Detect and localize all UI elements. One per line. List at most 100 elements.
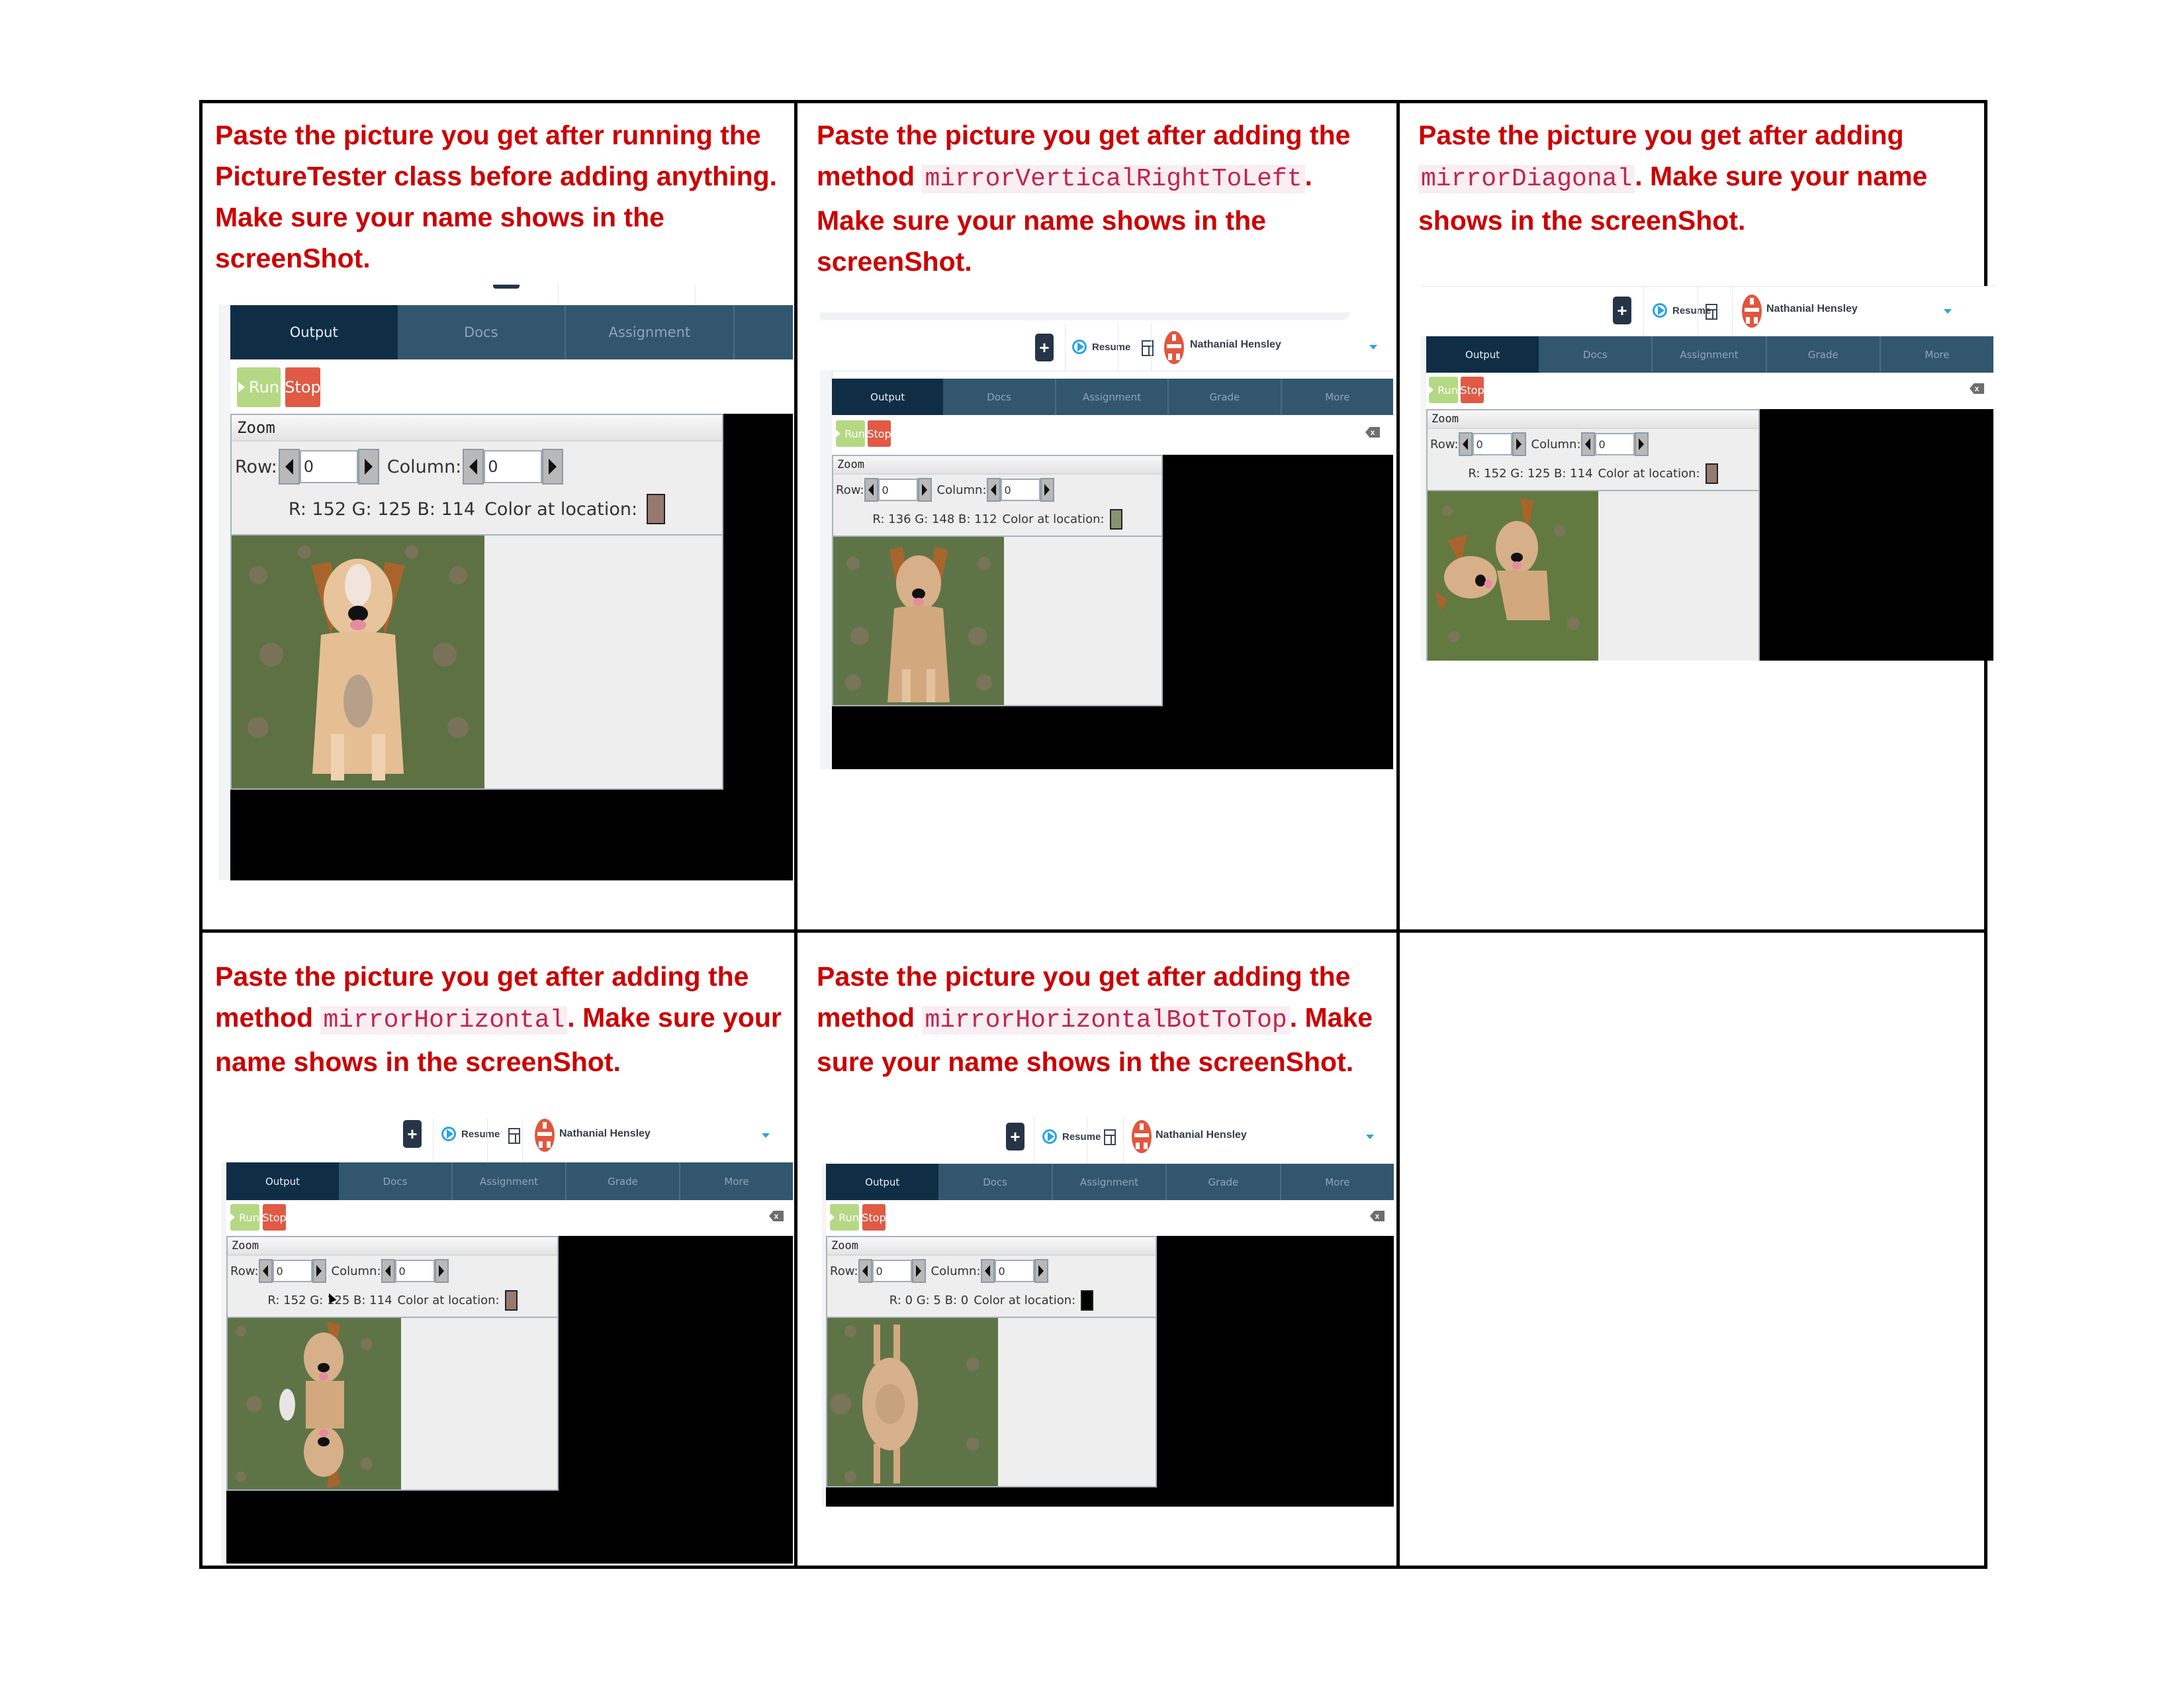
row-input[interactable]: 0 [272,1260,312,1282]
column-increment-button[interactable] [1634,432,1649,456]
tab-more[interactable]: More [1282,379,1393,415]
resume-button[interactable]: Resume [1042,1129,1101,1144]
tab-output[interactable]: Output [826,1164,939,1200]
tab-assignment[interactable]: Assignment [566,305,735,359]
zoom-menu[interactable]: Zoom [228,1237,557,1256]
column-input[interactable]: 0 [1000,479,1040,501]
tab-more[interactable]: More [1281,1164,1394,1200]
layout-icon[interactable] [1142,340,1154,356]
row-input[interactable]: 0 [1472,433,1512,455]
left-arrow-icon [862,1265,868,1277]
column-input[interactable]: 0 [394,1260,435,1282]
column-increment-button[interactable] [1034,1259,1048,1283]
row-input[interactable]: 0 [878,479,918,501]
run-button[interactable]: Run [230,1204,259,1231]
row-decrement-button[interactable] [278,449,300,485]
zoom-menu[interactable]: Zoom [232,415,722,442]
user-name[interactable]: Nathanial Hensley [1156,1129,1247,1141]
tab-output[interactable]: Output [832,379,944,415]
user-avatar[interactable] [535,1119,555,1152]
run-button[interactable]: Run [237,367,281,407]
tab-output[interactable]: Output [1426,336,1539,373]
add-button[interactable]: + [1006,1123,1024,1150]
column-input[interactable]: 0 [484,450,543,483]
user-name[interactable]: Nathanial Hensley [559,1128,651,1140]
zoom-menu[interactable]: Zoom [827,1237,1156,1256]
column-increment-button[interactable] [434,1259,449,1283]
run-button[interactable]: Run [836,420,865,447]
add-button-partial[interactable] [493,285,520,289]
tab-more[interactable]: More [1881,336,1993,373]
tab-grade[interactable]: Grade [1167,1164,1281,1200]
image-panel [1428,490,1758,661]
tab-docs[interactable]: Docs [943,379,1056,415]
user-name[interactable]: Nathanial Hensley [1190,339,1281,351]
tab-docs[interactable]: Docs [398,305,567,359]
add-button[interactable]: + [1035,334,1054,361]
user-name[interactable]: Nathanial Hensley [1766,303,1858,315]
column-decrement-button[interactable] [986,478,1001,502]
column-increment-button[interactable] [542,449,564,485]
tab-grade[interactable]: Grade [567,1162,680,1200]
chevron-down-icon[interactable] [762,1133,770,1138]
row-input[interactable]: 0 [299,450,358,483]
row-increment-button[interactable] [917,478,932,502]
layout-icon[interactable] [1706,304,1717,320]
clear-console-button[interactable]: x [769,1211,784,1221]
tab-assignment[interactable]: Assignment [1053,1164,1167,1200]
column-input[interactable]: 0 [1594,433,1635,455]
tab-more-partial[interactable] [735,305,793,359]
layout-icon[interactable] [1104,1129,1116,1145]
row-increment-button[interactable] [312,1259,326,1283]
tab-grade[interactable]: Grade [1169,379,1282,415]
row-increment-button[interactable] [357,449,379,485]
tab-assignment[interactable]: Assignment [1056,379,1169,415]
resume-button[interactable]: Resume [441,1127,500,1141]
row-increment-button[interactable] [1512,432,1526,456]
add-button[interactable]: + [1613,297,1631,324]
row-decrement-button[interactable] [858,1259,872,1283]
tab-assignment[interactable]: Assignment [1653,336,1767,373]
stop-button[interactable]: Stop [1460,377,1484,403]
clear-console-button[interactable]: x [1365,427,1380,438]
clear-console-button[interactable]: x [1970,383,1984,394]
row-decrement-button[interactable] [258,1259,273,1283]
column-decrement-button[interactable] [980,1259,995,1283]
tab-grade[interactable]: Grade [1767,336,1881,373]
clear-console-button[interactable]: x [1370,1211,1385,1221]
tab-assignment[interactable]: Assignment [453,1162,567,1200]
run-button[interactable]: Run [1429,377,1458,403]
column-decrement-button[interactable] [381,1259,395,1283]
row-input[interactable]: 0 [872,1260,912,1282]
row-decrement-button[interactable] [864,478,878,502]
user-avatar[interactable] [1132,1120,1152,1153]
column-decrement-button[interactable] [463,449,484,485]
chevron-down-icon[interactable] [1944,309,1952,314]
column-decrement-button[interactable] [1580,432,1595,456]
tab-more[interactable]: More [680,1162,793,1200]
chevron-down-icon[interactable] [1366,1135,1374,1139]
resume-button[interactable]: Resume [1072,340,1130,354]
row-increment-button[interactable] [911,1259,926,1283]
stop-button[interactable]: Stop [262,1204,287,1231]
tab-output[interactable]: Output [226,1162,339,1200]
stop-button[interactable]: Stop [862,1204,886,1231]
layout-icon[interactable] [508,1128,520,1144]
zoom-menu[interactable]: Zoom [1428,410,1758,429]
user-avatar[interactable] [1742,295,1762,328]
tab-output[interactable]: Output [230,305,398,359]
zoom-menu[interactable]: Zoom [833,456,1161,475]
stop-button[interactable]: Stop [285,367,321,407]
add-button[interactable]: + [403,1120,422,1148]
user-avatar[interactable] [1164,331,1184,364]
run-button[interactable]: Run [830,1204,859,1231]
stop-button[interactable]: Stop [867,420,891,447]
tab-docs[interactable]: Docs [1539,336,1653,373]
column-input[interactable]: 0 [994,1260,1034,1282]
chevron-down-icon[interactable] [1369,345,1377,350]
tab-docs[interactable]: Docs [938,1164,1053,1200]
row-decrement-button[interactable] [1458,432,1473,456]
resume-button[interactable]: Resume [1653,303,1711,318]
tab-docs[interactable]: Docs [339,1162,453,1200]
column-increment-button[interactable] [1040,478,1054,502]
